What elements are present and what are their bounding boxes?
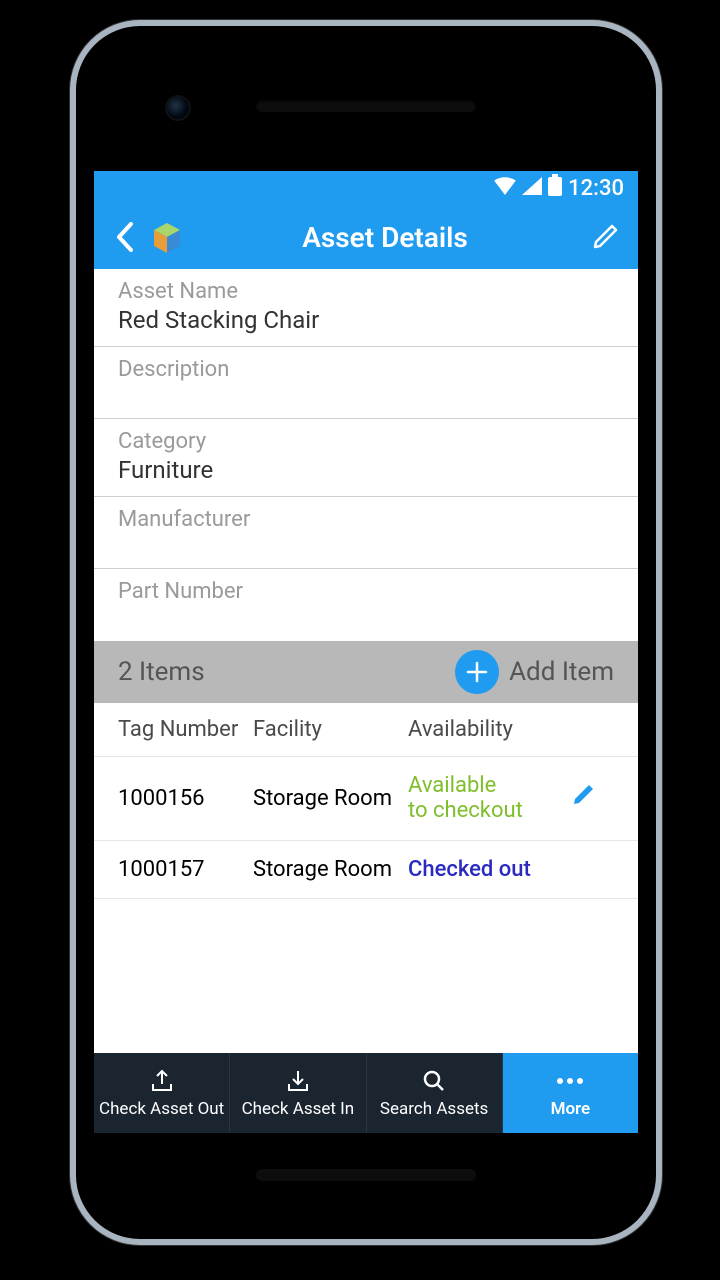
cell-tag: 1000157 xyxy=(118,857,253,882)
camera-dot xyxy=(167,97,189,119)
bottom-nav: Check Asset Out Check Asset In Search As… xyxy=(94,1053,638,1133)
field-asset-name[interactable]: Asset Name Red Stacking Chair xyxy=(94,269,638,347)
page-title: Asset Details xyxy=(182,221,588,254)
cell-facility: Storage Room xyxy=(253,857,408,882)
wifi-icon xyxy=(494,176,516,201)
table-header: Tag Number Facility Availability xyxy=(94,703,638,757)
nav-label: More xyxy=(551,1099,591,1119)
signal-icon xyxy=(522,176,542,201)
phone-frame: 12:30 Asset Details xyxy=(70,20,662,1245)
nav-label: Check Asset Out xyxy=(99,1099,224,1119)
field-manufacturer[interactable]: Manufacturer xyxy=(94,497,638,569)
nav-search[interactable]: Search Assets xyxy=(367,1053,503,1133)
cell-availability: Available to checkout xyxy=(408,773,570,824)
nav-label: Check Asset In xyxy=(242,1099,355,1119)
edit-button[interactable] xyxy=(588,222,622,252)
row-edit-button[interactable] xyxy=(570,782,614,814)
content-area: Asset Name Red Stacking Chair Descriptio… xyxy=(94,269,638,1053)
col-header-tag: Tag Number xyxy=(118,717,253,742)
nav-check-in[interactable]: Check Asset In xyxy=(230,1053,366,1133)
table-row[interactable]: 1000156 Storage Room Available to checko… xyxy=(94,757,638,841)
items-bar: 2 Items Add Item xyxy=(94,641,638,703)
app-logo-icon xyxy=(150,221,182,253)
col-header-availability: Availability xyxy=(408,717,570,742)
bottom-slit xyxy=(256,1169,476,1181)
add-item-label: Add Item xyxy=(509,657,614,687)
phone-inner: 12:30 Asset Details xyxy=(84,34,648,1231)
col-header-facility: Facility xyxy=(253,717,408,742)
field-label: Category xyxy=(118,429,614,454)
download-icon xyxy=(285,1067,311,1095)
cell-availability: Checked out xyxy=(408,857,570,882)
field-label: Description xyxy=(118,357,614,382)
field-value: Furniture xyxy=(118,456,614,484)
add-item-button[interactable]: Add Item xyxy=(455,650,614,694)
app-bar: Asset Details xyxy=(94,205,638,269)
more-icon xyxy=(555,1067,585,1095)
table-row[interactable]: 1000157 Storage Room Checked out xyxy=(94,841,638,899)
nav-label: Search Assets xyxy=(380,1099,488,1119)
status-bar: 12:30 xyxy=(94,171,638,205)
items-count: 2 Items xyxy=(118,657,205,687)
battery-icon xyxy=(548,174,562,202)
status-time: 12:30 xyxy=(568,176,624,201)
field-category[interactable]: Category Furniture xyxy=(94,419,638,497)
nav-more[interactable]: More xyxy=(503,1053,638,1133)
field-part-number[interactable]: Part Number xyxy=(94,569,638,641)
nav-check-out[interactable]: Check Asset Out xyxy=(94,1053,230,1133)
back-button[interactable] xyxy=(110,222,140,252)
field-label: Asset Name xyxy=(118,279,614,304)
field-description[interactable]: Description xyxy=(94,347,638,419)
cell-tag: 1000156 xyxy=(118,786,253,811)
plus-icon xyxy=(455,650,499,694)
app-screen: 12:30 Asset Details xyxy=(94,171,638,1133)
field-value: Red Stacking Chair xyxy=(118,306,614,334)
field-label: Manufacturer xyxy=(118,507,614,532)
field-label: Part Number xyxy=(118,579,614,604)
speaker-slit xyxy=(256,100,476,112)
search-icon xyxy=(421,1067,447,1095)
upload-icon xyxy=(149,1067,175,1095)
cell-facility: Storage Room xyxy=(253,786,408,811)
